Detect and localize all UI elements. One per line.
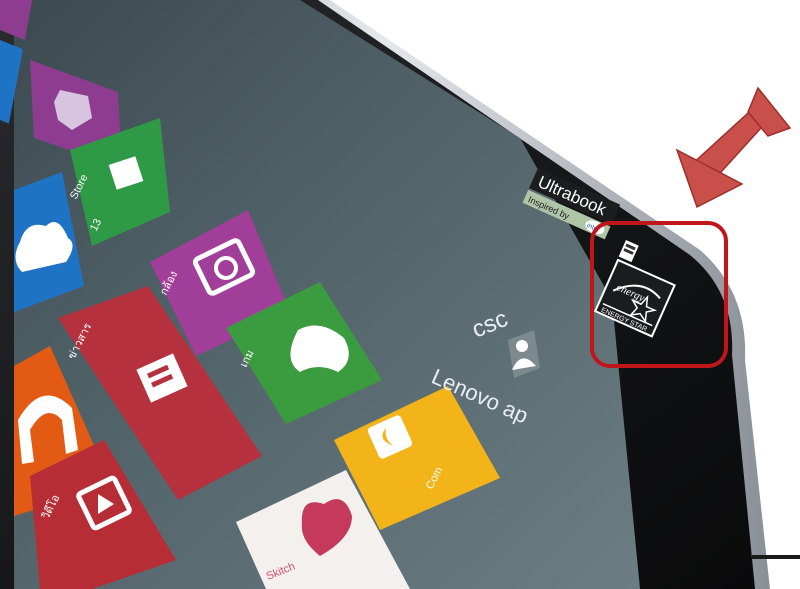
laptop-photo: Store 13 กล้อง เกม ข่าวสาร วิดีโอ Com Sk… — [0, 0, 800, 589]
pointer-arrow — [675, 86, 792, 209]
table-edge — [752, 555, 800, 559]
user-silhouette-icon — [516, 340, 528, 352]
